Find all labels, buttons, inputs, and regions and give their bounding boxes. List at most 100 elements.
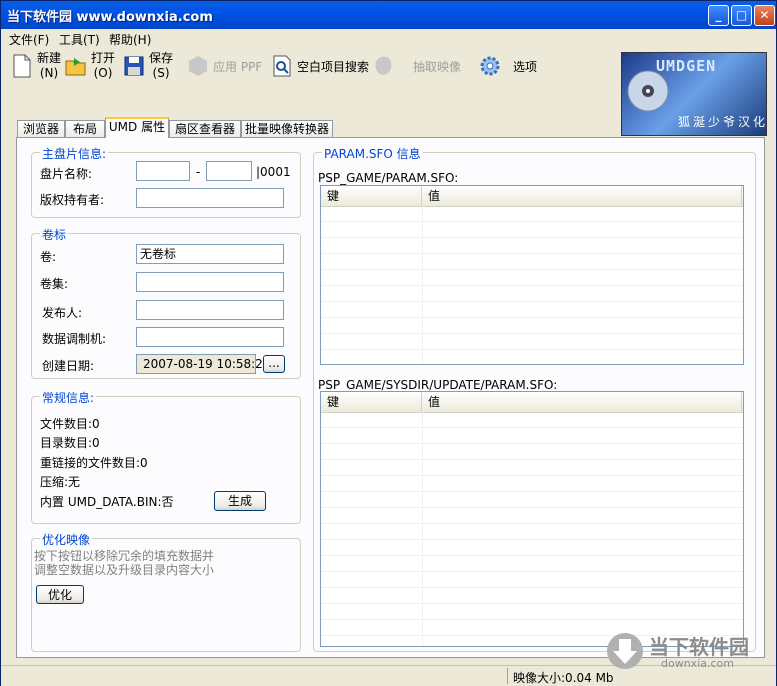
- data-preparer-label: 数据调制机:: [42, 332, 107, 346]
- volume-group: 卷标 卷: 无卷标 卷集: 发布人: 数据调制机: 创建日期: 2007-08-…: [31, 226, 301, 379]
- list1-column-line: [422, 206, 423, 364]
- search-document-icon: [273, 55, 291, 77]
- list2-grid: [321, 412, 743, 646]
- general-info-group: 常规信息: 文件数目:0 目录数目:0 重链接的文件数目:0 压缩:无 内置 U…: [31, 389, 301, 524]
- status-separator: [507, 668, 508, 684]
- relinked-count-text: 重链接的文件数目:0: [40, 456, 148, 470]
- blank-search-label: 空白项目搜索: [297, 60, 370, 74]
- app-window: 当下软件园 www.downxia.com _ □ ✕ 文件(F) 工具(T) …: [0, 0, 777, 686]
- extract-image-label: 抽取映像: [413, 60, 462, 74]
- disc-name-input-1[interactable]: [136, 161, 190, 181]
- image-size-status: 映像大小:0.04 Mb: [513, 671, 614, 685]
- extract-image-button[interactable]: 抽取映像: [373, 50, 465, 82]
- volume-title: 卷标: [40, 226, 69, 243]
- list2-column-line: [422, 412, 423, 646]
- apply-ppf-button[interactable]: 应用 PPF: [187, 50, 267, 82]
- list1-col-value[interactable]: 值: [422, 186, 742, 206]
- disc-name-label: 盘片名称:: [40, 167, 93, 181]
- watermark-url: downxia.com: [661, 657, 734, 670]
- param-sfo-list-2[interactable]: 键 值: [320, 391, 744, 647]
- menu-help[interactable]: 帮助(H): [109, 31, 151, 48]
- blank-search-button[interactable]: 空白项目搜索: [271, 50, 371, 82]
- publisher-label: 发布人:: [42, 306, 83, 320]
- optimize-desc-2: 调整空数据以及升级目录内容大小: [34, 563, 215, 577]
- volume-set-input[interactable]: [136, 272, 284, 292]
- umdgen-logo: UMDGEN 狐涎少爷汉化: [621, 52, 767, 136]
- open-key: (O): [93, 66, 113, 80]
- disc-name-dash: -: [196, 165, 201, 179]
- volume-set-label: 卷集:: [40, 277, 69, 291]
- optimize-title: 优化映像: [40, 531, 93, 548]
- watermark: 当下软件园 downxia.com: [601, 631, 771, 671]
- data-preparer-input[interactable]: [136, 327, 284, 347]
- save-label: 保存: [149, 51, 174, 65]
- new-button[interactable]: 新建 (N): [11, 50, 63, 82]
- gear-icon: [480, 56, 500, 76]
- tab-batch-converter[interactable]: 批量映像转换器: [241, 120, 333, 137]
- builtin-umd-data-text: 内置 UMD_DATA.BIN:否: [40, 495, 174, 509]
- copyright-input[interactable]: [136, 188, 284, 208]
- options-label: 选项: [513, 60, 538, 74]
- list1-col-key[interactable]: 键: [321, 186, 422, 206]
- disc-name-input-2[interactable]: [206, 161, 252, 181]
- maximize-button[interactable]: □: [731, 5, 752, 26]
- watermark-text: 当下软件园: [649, 635, 749, 659]
- new-key: (N): [39, 66, 59, 80]
- new-label: 新建: [37, 51, 62, 65]
- optimize-button[interactable]: 优化: [36, 585, 84, 604]
- volume-label: 卷:: [40, 250, 57, 264]
- compression-text: 压缩:无: [40, 475, 81, 489]
- menu-tools[interactable]: 工具(T): [59, 31, 100, 48]
- apply-ppf-label: 应用 PPF: [213, 60, 263, 74]
- list2-col-value[interactable]: 值: [422, 392, 742, 412]
- optimize-group: 优化映像 按下按钮以移除冗余的填充数据并 调整空数据以及升级目录内容大小 优化: [31, 531, 301, 652]
- title-bar[interactable]: 当下软件园 www.downxia.com _ □ ✕: [1, 1, 776, 29]
- ppf-hex-icon: [189, 56, 207, 76]
- main-disc-group: 主盘片信息: 盘片名称: - |0001 版权持有者:: [31, 145, 301, 218]
- list2-header: 键 值: [321, 392, 743, 413]
- created-date-label: 创建日期:: [42, 359, 95, 373]
- logo-brand: UMDGEN: [656, 57, 717, 75]
- tab-umd-properties[interactable]: UMD 属性: [105, 117, 169, 138]
- menu-bar: 文件(F) 工具(T) 帮助(H): [1, 29, 776, 47]
- publisher-input[interactable]: [136, 300, 284, 320]
- tab-browser[interactable]: 浏览器: [17, 120, 65, 137]
- volume-input[interactable]: 无卷标: [136, 244, 284, 264]
- general-info-title: 常规信息:: [40, 389, 97, 406]
- disc-name-suffix: |0001: [256, 165, 291, 179]
- new-file-icon: [13, 54, 31, 78]
- open-label: 打开: [91, 51, 116, 65]
- logo-subtitle: 狐涎少爷汉化: [678, 115, 767, 129]
- open-button[interactable]: 打开 (O): [65, 50, 119, 82]
- save-disk-icon: [124, 56, 144, 76]
- tab-sector-viewer[interactable]: 扇区查看器: [169, 120, 241, 137]
- list1-grid: [321, 206, 743, 364]
- param-sfo-group: PARAM.SFO 信息 PSP_GAME/PARAM.SFO: 键 值 PSP…: [313, 145, 756, 652]
- param-sfo-list-1[interactable]: 键 值: [320, 185, 744, 365]
- param-sfo-list2-label: PSP_GAME/SYSDIR/UPDATE/PARAM.SFO:: [318, 378, 558, 392]
- close-button[interactable]: ✕: [754, 5, 775, 26]
- file-count-text: 文件数目:0: [40, 417, 100, 431]
- list1-header: 键 值: [321, 186, 743, 207]
- param-sfo-title: PARAM.SFO 信息: [322, 145, 423, 162]
- window-title: 当下软件园 www.downxia.com: [7, 10, 213, 25]
- param-sfo-list1-label: PSP_GAME/PARAM.SFO:: [318, 171, 459, 185]
- main-disc-title: 主盘片信息:: [40, 145, 109, 162]
- dir-count-text: 目录数目:0: [40, 436, 100, 450]
- umd-properties-panel: 主盘片信息: 盘片名称: - |0001 版权持有者: 卷标 卷: 无卷标 卷集…: [16, 137, 765, 658]
- download-arrow-icon: [607, 633, 643, 669]
- copyright-label: 版权持有者:: [40, 193, 105, 207]
- list2-col-key[interactable]: 键: [321, 392, 422, 412]
- extract-icon: [375, 56, 392, 75]
- save-button[interactable]: 保存 (S): [123, 50, 177, 82]
- options-button[interactable]: 选项: [479, 50, 543, 82]
- disc-icon: [627, 70, 669, 112]
- open-folder-icon: [65, 58, 86, 76]
- minimize-button[interactable]: _: [708, 5, 729, 26]
- tab-layout[interactable]: 布局: [65, 120, 105, 137]
- menu-file[interactable]: 文件(F): [9, 31, 49, 48]
- generate-button[interactable]: 生成: [214, 491, 266, 511]
- save-key: (S): [152, 66, 170, 80]
- date-browse-button[interactable]: ...: [263, 355, 285, 373]
- created-date-field: 2007-08-19 10:58:29: [136, 354, 270, 374]
